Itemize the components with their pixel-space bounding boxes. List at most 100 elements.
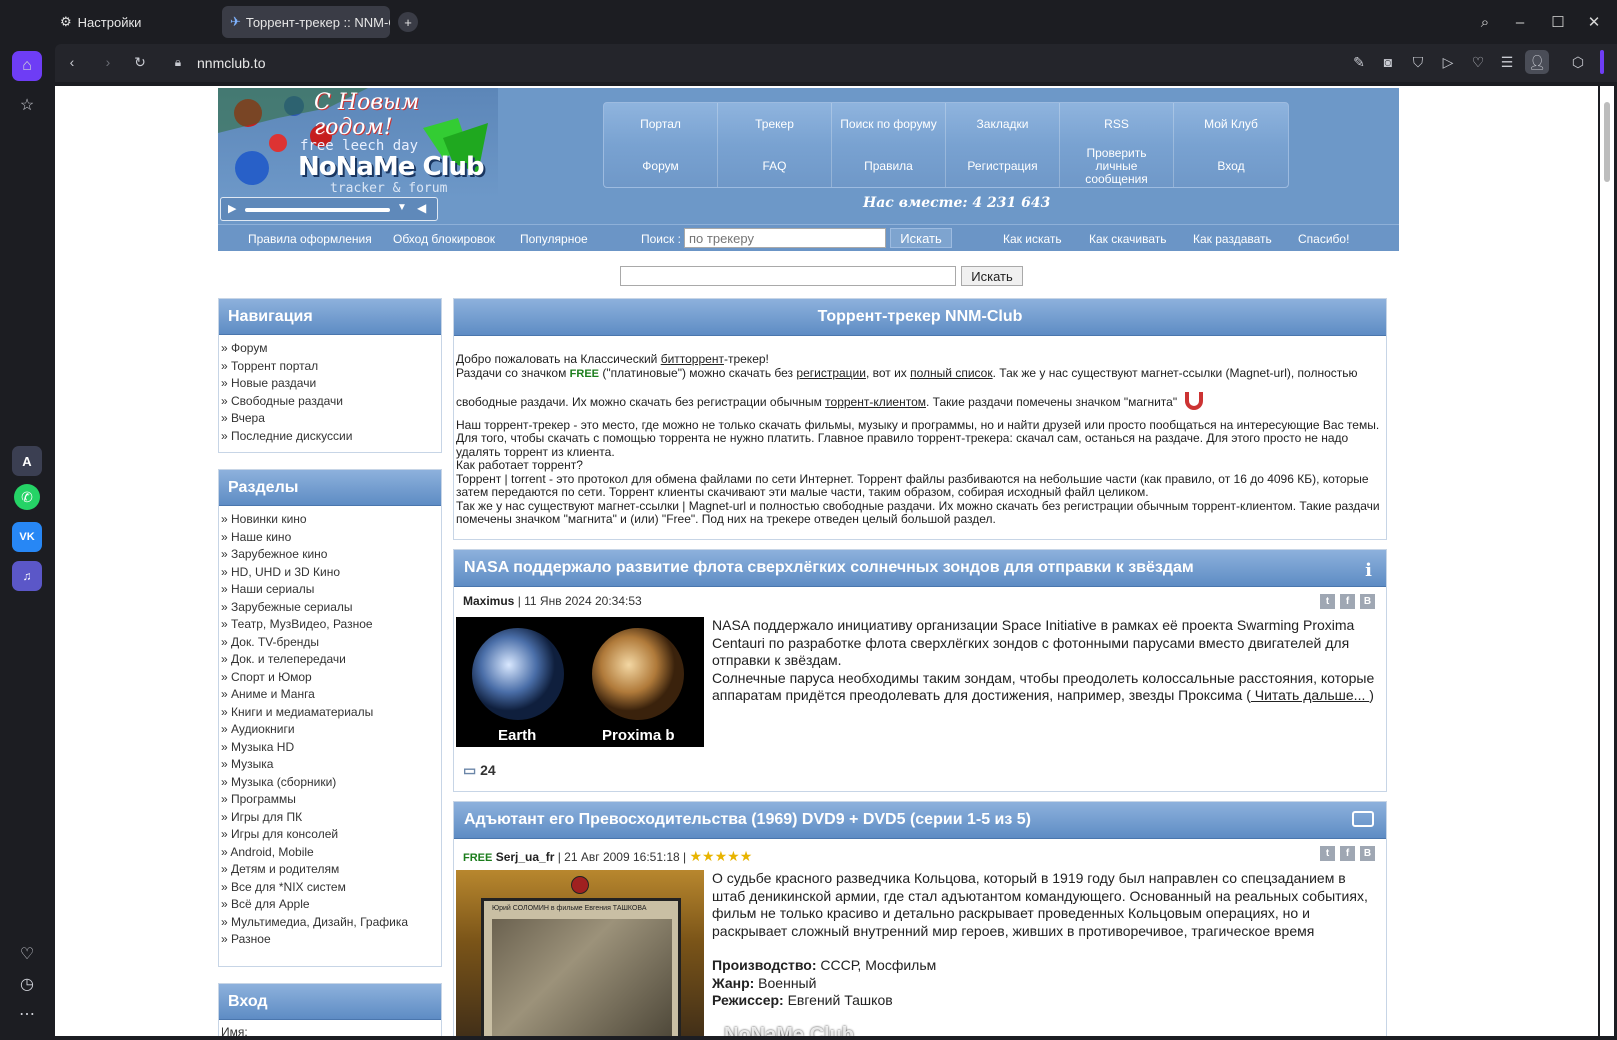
- comments-count[interactable]: ▭ 24: [463, 762, 496, 779]
- camera-icon[interactable]: ◙: [1376, 50, 1400, 74]
- read-more-link[interactable]: Читать дальше...: [1251, 687, 1369, 703]
- link-bypass-blocks[interactable]: Обход блокировок: [393, 232, 495, 246]
- aria-icon[interactable]: A: [12, 446, 42, 476]
- nav-private-messages[interactable]: Проверить личные сообщения: [1060, 145, 1174, 187]
- section-list-item[interactable]: » Музыка (сборники): [221, 774, 439, 792]
- edit-icon[interactable]: ✎: [1347, 50, 1371, 74]
- nav-list-item[interactable]: » Новые раздачи: [221, 375, 439, 393]
- play-icon[interactable]: ▶: [228, 202, 236, 215]
- player-icon[interactable]: ♫: [12, 561, 42, 591]
- nav-forum-search[interactable]: Поиск по форуму: [832, 103, 946, 145]
- link-bittorrent[interactable]: битторрент: [661, 352, 724, 366]
- link-how-to-download[interactable]: Как скачивать: [1089, 232, 1167, 246]
- tab-settings[interactable]: ⚙ Настройки: [52, 6, 207, 38]
- shield-icon[interactable]: ⛉: [1406, 50, 1430, 74]
- nav-registration[interactable]: Регистрация: [946, 145, 1060, 187]
- link-formatting-rules[interactable]: Правила оформления: [248, 232, 372, 246]
- link-torrent-client[interactable]: торрент-клиентом: [825, 395, 926, 409]
- section-list-item[interactable]: » Док. и телепередачи: [221, 651, 439, 669]
- facebook-share-icon[interactable]: f: [1340, 594, 1355, 609]
- volume-icon[interactable]: ◀: [417, 201, 426, 215]
- player-progress-bar[interactable]: [245, 208, 390, 212]
- heart-icon[interactable]: ♡: [12, 939, 42, 969]
- twitter-share-icon[interactable]: t: [1320, 846, 1335, 861]
- minimize-icon[interactable]: –: [1508, 10, 1532, 34]
- section-list-item[interactable]: » Все для *NIX систем: [221, 879, 439, 897]
- nav-bookmarks[interactable]: Закладки: [946, 103, 1060, 145]
- menu-icon[interactable]: ☰: [1495, 50, 1519, 74]
- link-popular[interactable]: Популярное: [520, 232, 588, 246]
- nav-list-item[interactable]: » Последние дискуссии: [221, 428, 439, 446]
- reload-icon[interactable]: ↻: [128, 50, 152, 74]
- nav-forum[interactable]: Форум: [604, 145, 718, 187]
- lock-icon[interactable]: 🔒︎: [166, 50, 190, 74]
- tab-active-nnm[interactable]: ✈ Торрент-трекер :: NNM-C: [222, 6, 390, 38]
- nav-list-item[interactable]: » Форум: [221, 340, 439, 358]
- whatsapp-icon[interactable]: ✆: [14, 484, 40, 510]
- maximize-icon[interactable]: ☐: [1546, 10, 1570, 34]
- post-image[interactable]: Earth Proxima b: [456, 617, 704, 747]
- nav-list-item[interactable]: » Свободные раздачи: [221, 393, 439, 411]
- post-title[interactable]: NASA поддержало развитие флота сверхлёгк…: [454, 550, 1386, 587]
- home-icon[interactable]: ⌂: [12, 51, 42, 81]
- profile-icon[interactable]: 👤︎: [1525, 50, 1549, 74]
- post-title[interactable]: Адъютант его Превосходительства (1969) D…: [454, 802, 1386, 839]
- nav-faq[interactable]: FAQ: [718, 145, 832, 187]
- link-how-to-search[interactable]: Как искать: [1003, 232, 1062, 246]
- section-list-item[interactable]: » Музыка: [221, 756, 439, 774]
- facebook-share-icon[interactable]: f: [1340, 846, 1355, 861]
- section-list-item[interactable]: » Android, Mobile: [221, 844, 439, 862]
- post-author[interactable]: Maximus: [463, 594, 514, 608]
- section-list-item[interactable]: » Игры для консолей: [221, 826, 439, 844]
- twitter-share-icon[interactable]: t: [1320, 594, 1335, 609]
- section-list-item[interactable]: » Зарубежные сериалы: [221, 599, 439, 617]
- nav-my-club[interactable]: Мой Клуб: [1174, 103, 1288, 145]
- close-window-icon[interactable]: ✕: [1582, 10, 1606, 34]
- nav-login[interactable]: Вход: [1174, 145, 1288, 187]
- new-tab-button[interactable]: +: [398, 12, 418, 32]
- section-list-item[interactable]: » Игры для ПК: [221, 809, 439, 827]
- section-list-item[interactable]: » Новинки кино: [221, 511, 439, 529]
- extensions-box-icon[interactable]: ⬡: [1566, 50, 1590, 74]
- vk-share-icon[interactable]: B: [1360, 594, 1375, 609]
- history-icon[interactable]: ◷: [12, 969, 42, 999]
- address-bar[interactable]: nnmclub.to: [197, 55, 265, 71]
- section-list-item[interactable]: » Программы: [221, 791, 439, 809]
- nav-rules[interactable]: Правила: [832, 145, 946, 187]
- tracker-search-button[interactable]: Искать: [890, 228, 952, 248]
- section-list-item[interactable]: » Док. TV-бренды: [221, 634, 439, 652]
- section-list-item[interactable]: » Всё для Apple: [221, 896, 439, 914]
- link-thanks[interactable]: Спасибо!: [1298, 232, 1349, 246]
- nav-portal[interactable]: Портал: [604, 103, 718, 145]
- section-list-item[interactable]: » HD, UHD и 3D Кино: [221, 564, 439, 582]
- back-icon[interactable]: ‹: [60, 50, 84, 74]
- player-dropdown-icon[interactable]: ▼: [397, 202, 407, 213]
- tracker-search-input[interactable]: [684, 228, 886, 248]
- section-list-item[interactable]: » Наше кино: [221, 529, 439, 547]
- link-how-to-seed[interactable]: Как раздавать: [1193, 232, 1272, 246]
- vk-icon[interactable]: VK: [12, 522, 42, 552]
- section-list-item[interactable]: » Спорт и Юмор: [221, 669, 439, 687]
- site-search-input[interactable]: [620, 266, 956, 286]
- bookmark-star-icon[interactable]: ☆: [12, 90, 42, 120]
- site-search-button[interactable]: Искать: [961, 266, 1023, 286]
- link-registration[interactable]: регистрации: [796, 366, 866, 380]
- nav-rss[interactable]: RSS: [1060, 103, 1174, 145]
- section-list-item[interactable]: » Театр, МузВидео, Разное: [221, 616, 439, 634]
- play-icon[interactable]: ▷: [1436, 50, 1460, 74]
- link-full-list[interactable]: полный список: [910, 366, 992, 380]
- movie-poster[interactable]: Юрий СОЛОМИН в фильме Евгения ТАШКОВА: [456, 870, 704, 1036]
- nav-tracker[interactable]: Трекер: [718, 103, 832, 145]
- nav-list-item[interactable]: » Вчера: [221, 410, 439, 428]
- page-scrollbar[interactable]: [1600, 86, 1614, 1036]
- forward-icon[interactable]: ›: [96, 50, 120, 74]
- section-list-item[interactable]: » Музыка HD: [221, 739, 439, 757]
- scrollbar-thumb[interactable]: [1604, 102, 1610, 182]
- section-list-item[interactable]: » Аниме и Манга: [221, 686, 439, 704]
- more-icon[interactable]: ⋯: [12, 999, 42, 1029]
- section-list-item[interactable]: » Книги и медиаматериалы: [221, 704, 439, 722]
- search-tabs-icon[interactable]: ⌕: [1473, 10, 1497, 34]
- post-author[interactable]: Serj_ua_fr: [496, 850, 555, 864]
- site-logo[interactable]: С Новым годом! free leech day NoNaMe Clu…: [218, 88, 498, 198]
- nav-list-item[interactable]: » Торрент портал: [221, 358, 439, 376]
